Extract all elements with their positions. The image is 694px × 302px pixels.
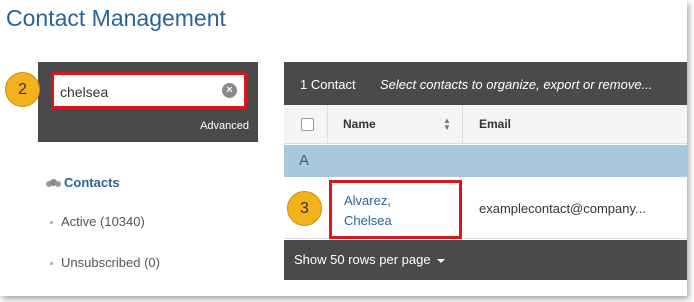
selection-hint: Select contacts to organize, export or r…: [380, 77, 653, 92]
group-row: A: [284, 145, 687, 177]
page-title: Contact Management: [6, 5, 226, 31]
step-badge-2: 2: [5, 72, 40, 107]
search-box-highlight: ×: [51, 72, 247, 109]
rows-per-page-dropdown[interactable]: Show 50 rows per page: [294, 252, 445, 267]
search-panel: × Advanced: [38, 62, 258, 142]
contact-count: 1 Contact: [300, 77, 356, 92]
sidebar-item-contacts[interactable]: Contacts: [46, 175, 120, 190]
sidebar-item-label: Contacts: [64, 175, 120, 190]
contact-first-name: Chelsea: [344, 213, 392, 228]
sidebar-item-label: Active (10340): [61, 214, 145, 229]
clear-search-icon[interactable]: ×: [222, 83, 237, 98]
advanced-search-link[interactable]: Advanced: [200, 120, 249, 132]
table-row[interactable]: Alvarez, Chelsea examplecontact@company..…: [284, 177, 687, 239]
column-header-email[interactable]: Email: [479, 117, 511, 131]
caret-down-icon: [436, 258, 445, 263]
group-letter: A: [299, 152, 310, 169]
users-icon: [46, 178, 61, 189]
column-header-name[interactable]: Name ▲ ▼: [328, 105, 463, 144]
rows-per-page-label: Show 50 rows per page: [294, 252, 431, 267]
select-all-checkbox[interactable]: [301, 118, 314, 131]
contact-email: examplecontact@company...: [479, 201, 646, 216]
screenshot-frame: Contact Management × Advanced 2 Contacts…: [0, 0, 687, 296]
step-badge-3: 3: [287, 191, 322, 226]
column-label-name: Name: [343, 117, 376, 131]
column-header-row: Name ▲ ▼ Email: [284, 105, 687, 144]
contact-name-link[interactable]: Alvarez, Chelsea: [344, 191, 392, 231]
bullet-icon: [50, 262, 53, 266]
contact-name-highlight: Alvarez, Chelsea: [329, 180, 462, 239]
bullet-icon: [50, 221, 53, 225]
search-input[interactable]: [60, 81, 220, 103]
sidebar-item-active[interactable]: Active (10340): [50, 214, 145, 229]
sidebar-item-unsubscribed[interactable]: Unsubscribed (0): [50, 255, 160, 270]
contact-last-name: Alvarez,: [344, 193, 391, 208]
sort-icon[interactable]: ▲ ▼: [443, 117, 451, 132]
select-all-cell: [284, 105, 328, 144]
sidebar-item-label: Unsubscribed (0): [61, 255, 160, 270]
contacts-table: 1 Contact Select contacts to organize, e…: [284, 62, 687, 280]
table-footer: Show 50 rows per page: [284, 240, 687, 280]
table-toolbar: 1 Contact Select contacts to organize, e…: [284, 62, 687, 105]
